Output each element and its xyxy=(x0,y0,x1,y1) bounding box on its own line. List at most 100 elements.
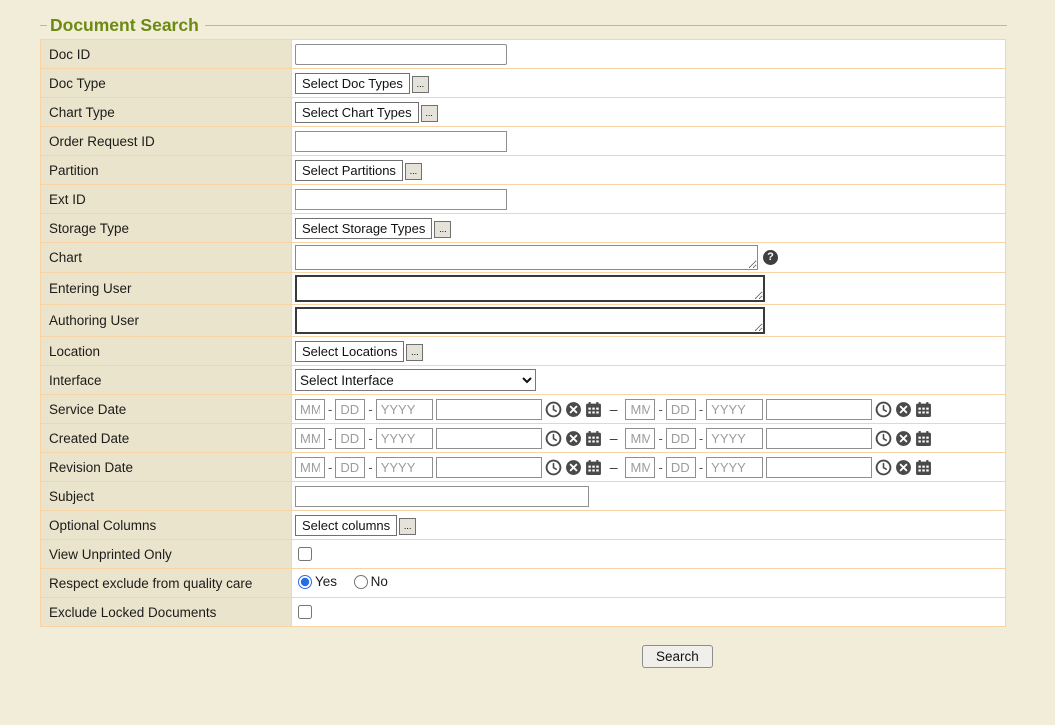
clear-icon[interactable] xyxy=(565,459,582,476)
respect-exclude-yes-radio[interactable] xyxy=(298,575,312,589)
revision-date-from-day-input[interactable] xyxy=(335,457,365,478)
storage-type-select-button[interactable]: Select Storage Types xyxy=(295,218,432,239)
service-date-from-aux-input[interactable] xyxy=(436,399,542,420)
chart-label: Chart xyxy=(41,243,292,273)
optional-columns-more-button[interactable]: ... xyxy=(399,518,416,535)
created-date-to-day-input[interactable] xyxy=(666,428,696,449)
service-date-to-month-input[interactable] xyxy=(625,399,655,420)
clear-icon[interactable] xyxy=(895,430,912,447)
partition-label: Partition xyxy=(41,156,292,185)
search-button[interactable]: Search xyxy=(642,645,713,668)
created-date-to-year-input[interactable] xyxy=(706,428,763,449)
created-date-from-month-input[interactable] xyxy=(295,428,325,449)
chart-type-label: Chart Type xyxy=(41,98,292,127)
clock-icon[interactable] xyxy=(545,430,562,447)
service-date-to-year-input[interactable] xyxy=(706,399,763,420)
date-field-separator: - xyxy=(699,460,703,475)
location-select-button[interactable]: Select Locations xyxy=(295,341,404,362)
row-exclude-locked: Exclude Locked Documents xyxy=(41,598,1006,627)
respect-exclude-yes-option[interactable]: Yes xyxy=(295,574,337,589)
revision-date-to-month-input[interactable] xyxy=(625,457,655,478)
created-date-range: - - – - - xyxy=(295,428,1002,449)
ext-id-input[interactable] xyxy=(295,189,507,210)
service-date-from-year-input[interactable] xyxy=(376,399,433,420)
calendar-icon[interactable] xyxy=(585,430,602,447)
entering-user-label: Entering User xyxy=(41,273,292,305)
calendar-icon[interactable] xyxy=(915,430,932,447)
date-field-separator: - xyxy=(328,431,332,446)
doc-type-more-button[interactable]: ... xyxy=(412,76,429,93)
calendar-icon[interactable] xyxy=(585,401,602,418)
date-range-separator: – xyxy=(610,430,618,446)
clear-icon[interactable] xyxy=(565,401,582,418)
date-range-separator: – xyxy=(610,401,618,417)
respect-exclude-no-label: No xyxy=(371,574,388,589)
clock-icon[interactable] xyxy=(875,401,892,418)
interface-select[interactable]: Select Interface xyxy=(295,369,536,391)
date-field-separator: - xyxy=(368,402,372,417)
help-icon[interactable]: ? xyxy=(763,250,778,265)
row-revision-date: Revision Date - - – - - xyxy=(41,453,1006,482)
clear-icon[interactable] xyxy=(895,401,912,418)
view-unprinted-only-checkbox[interactable] xyxy=(298,547,312,561)
respect-exclude-no-radio[interactable] xyxy=(354,575,368,589)
row-entering-user: Entering User xyxy=(41,273,1006,305)
chart-type-more-button[interactable]: ... xyxy=(421,105,438,122)
clear-icon[interactable] xyxy=(565,430,582,447)
doc-type-select-button[interactable]: Select Doc Types xyxy=(295,73,410,94)
created-date-from-aux-input[interactable] xyxy=(436,428,542,449)
row-interface: Interface Select Interface xyxy=(41,366,1006,395)
entering-user-textarea[interactable] xyxy=(295,275,765,302)
revision-date-to-aux-input[interactable] xyxy=(766,457,872,478)
created-date-to-aux-input[interactable] xyxy=(766,428,872,449)
clock-icon[interactable] xyxy=(875,459,892,476)
service-date-label: Service Date xyxy=(41,395,292,424)
service-date-to-day-input[interactable] xyxy=(666,399,696,420)
partition-select-button[interactable]: Select Partitions xyxy=(295,160,403,181)
clock-icon[interactable] xyxy=(875,430,892,447)
calendar-icon[interactable] xyxy=(915,459,932,476)
revision-date-to-year-input[interactable] xyxy=(706,457,763,478)
service-date-from-month-input[interactable] xyxy=(295,399,325,420)
authoring-user-textarea[interactable] xyxy=(295,307,765,334)
row-doc-id: Doc ID xyxy=(41,40,1006,69)
optional-columns-select-button[interactable]: Select columns xyxy=(295,515,397,536)
clock-icon[interactable] xyxy=(545,401,562,418)
clock-icon[interactable] xyxy=(545,459,562,476)
row-storage-type: Storage Type Select Storage Types... xyxy=(41,214,1006,243)
date-field-separator: - xyxy=(368,431,372,446)
chart-type-select-button[interactable]: Select Chart Types xyxy=(295,102,419,123)
revision-date-from-year-input[interactable] xyxy=(376,457,433,478)
calendar-icon[interactable] xyxy=(915,401,932,418)
calendar-icon[interactable] xyxy=(585,459,602,476)
service-date-to-aux-input[interactable] xyxy=(766,399,872,420)
row-optional-columns: Optional Columns Select columns... xyxy=(41,511,1006,540)
exclude-locked-checkbox[interactable] xyxy=(298,605,312,619)
revision-date-from-aux-input[interactable] xyxy=(436,457,542,478)
exclude-locked-label: Exclude Locked Documents xyxy=(41,598,292,627)
row-order-request-id: Order Request ID xyxy=(41,127,1006,156)
revision-date-to-day-input[interactable] xyxy=(666,457,696,478)
respect-exclude-no-option[interactable]: No xyxy=(351,574,388,589)
respect-exclude-quality-label: Respect exclude from quality care xyxy=(41,569,292,598)
created-date-to-month-input[interactable] xyxy=(625,428,655,449)
view-unprinted-only-label: View Unprinted Only xyxy=(41,540,292,569)
partition-more-button[interactable]: ... xyxy=(405,163,422,180)
date-range-separator: – xyxy=(610,459,618,475)
search-bar: Search xyxy=(40,645,1007,668)
subject-input[interactable] xyxy=(295,486,589,507)
storage-type-more-button[interactable]: ... xyxy=(434,221,451,238)
date-field-separator: - xyxy=(368,460,372,475)
authoring-user-label: Authoring User xyxy=(41,305,292,337)
order-request-id-input[interactable] xyxy=(295,131,507,152)
created-date-from-year-input[interactable] xyxy=(376,428,433,449)
row-doc-type: Doc Type Select Doc Types... xyxy=(41,69,1006,98)
location-more-button[interactable]: ... xyxy=(406,344,423,361)
service-date-range: - - – - - xyxy=(295,399,1002,420)
chart-textarea[interactable] xyxy=(295,245,758,270)
created-date-from-day-input[interactable] xyxy=(335,428,365,449)
doc-id-input[interactable] xyxy=(295,44,507,65)
service-date-from-day-input[interactable] xyxy=(335,399,365,420)
revision-date-from-month-input[interactable] xyxy=(295,457,325,478)
clear-icon[interactable] xyxy=(895,459,912,476)
